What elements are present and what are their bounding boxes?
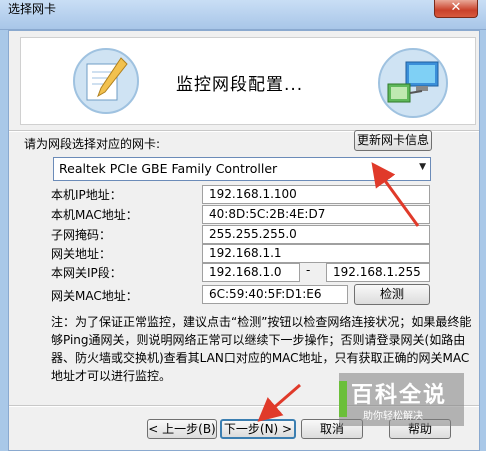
gateway-label: 网关地址： xyxy=(51,247,112,261)
gateway-field[interactable]: 192.168.1.1 xyxy=(202,244,430,263)
next-button[interactable]: 下一步(N) > xyxy=(220,419,296,439)
watermark-bar xyxy=(339,381,347,417)
network-config-icon xyxy=(73,48,139,114)
detect-button[interactable]: 检测 xyxy=(354,284,430,305)
local-mac-label: 本机MAC地址： xyxy=(51,208,138,222)
segment-start-field[interactable]: 192.168.1.0 xyxy=(202,263,300,282)
segment-separator: - xyxy=(306,263,311,277)
local-ip-label: 本机IP地址： xyxy=(51,188,122,202)
watermark-logo: 百科全说 助你轻松解决 xyxy=(339,373,464,426)
segment-end-field[interactable]: 192.168.1.255 xyxy=(326,263,430,282)
gateway-mac-label: 网关MAC地址： xyxy=(51,289,138,303)
dialog-body: 监控网段配置... 请为网段选择对应的网卡: 更新网卡信息 Realtek PC… xyxy=(8,30,480,451)
prev-button[interactable]: < 上一步(B) xyxy=(147,419,217,439)
segment-label: 本网关IP段： xyxy=(51,266,122,280)
title-bar: 选择网卡 ✕ xyxy=(0,0,486,30)
close-button[interactable]: ✕ xyxy=(434,0,478,18)
local-ip-field[interactable]: 192.168.1.100 xyxy=(202,185,430,204)
page-title: 监控网段配置... xyxy=(176,75,304,95)
adapter-prompt: 请为网段选择对应的网卡: xyxy=(24,137,161,151)
adapter-select[interactable]: Realtek PCIe GBE Family Controller ▼ xyxy=(53,157,431,181)
network-computer-icon xyxy=(378,48,448,118)
subnet-mask-field[interactable]: 255.255.255.0 xyxy=(202,225,430,244)
refresh-adapter-button[interactable]: 更新网卡信息 xyxy=(354,130,432,151)
watermark-title: 百科全说 xyxy=(351,383,448,408)
header-banner: 监控网段配置... xyxy=(20,37,476,125)
subnet-mask-label: 子网掩码： xyxy=(51,228,112,242)
local-mac-field[interactable]: 40:8D:5C:2B:4E:D7 xyxy=(202,205,430,224)
window-title: 选择网卡 xyxy=(8,2,57,16)
adapter-selected-value: Realtek PCIe GBE Family Controller xyxy=(59,161,278,176)
gateway-mac-field[interactable]: 6C:59:40:5F:D1:E6 xyxy=(202,285,348,304)
watermark-subtitle: 助你轻松解决 xyxy=(363,411,423,422)
chevron-down-icon[interactable]: ▼ xyxy=(419,162,426,172)
